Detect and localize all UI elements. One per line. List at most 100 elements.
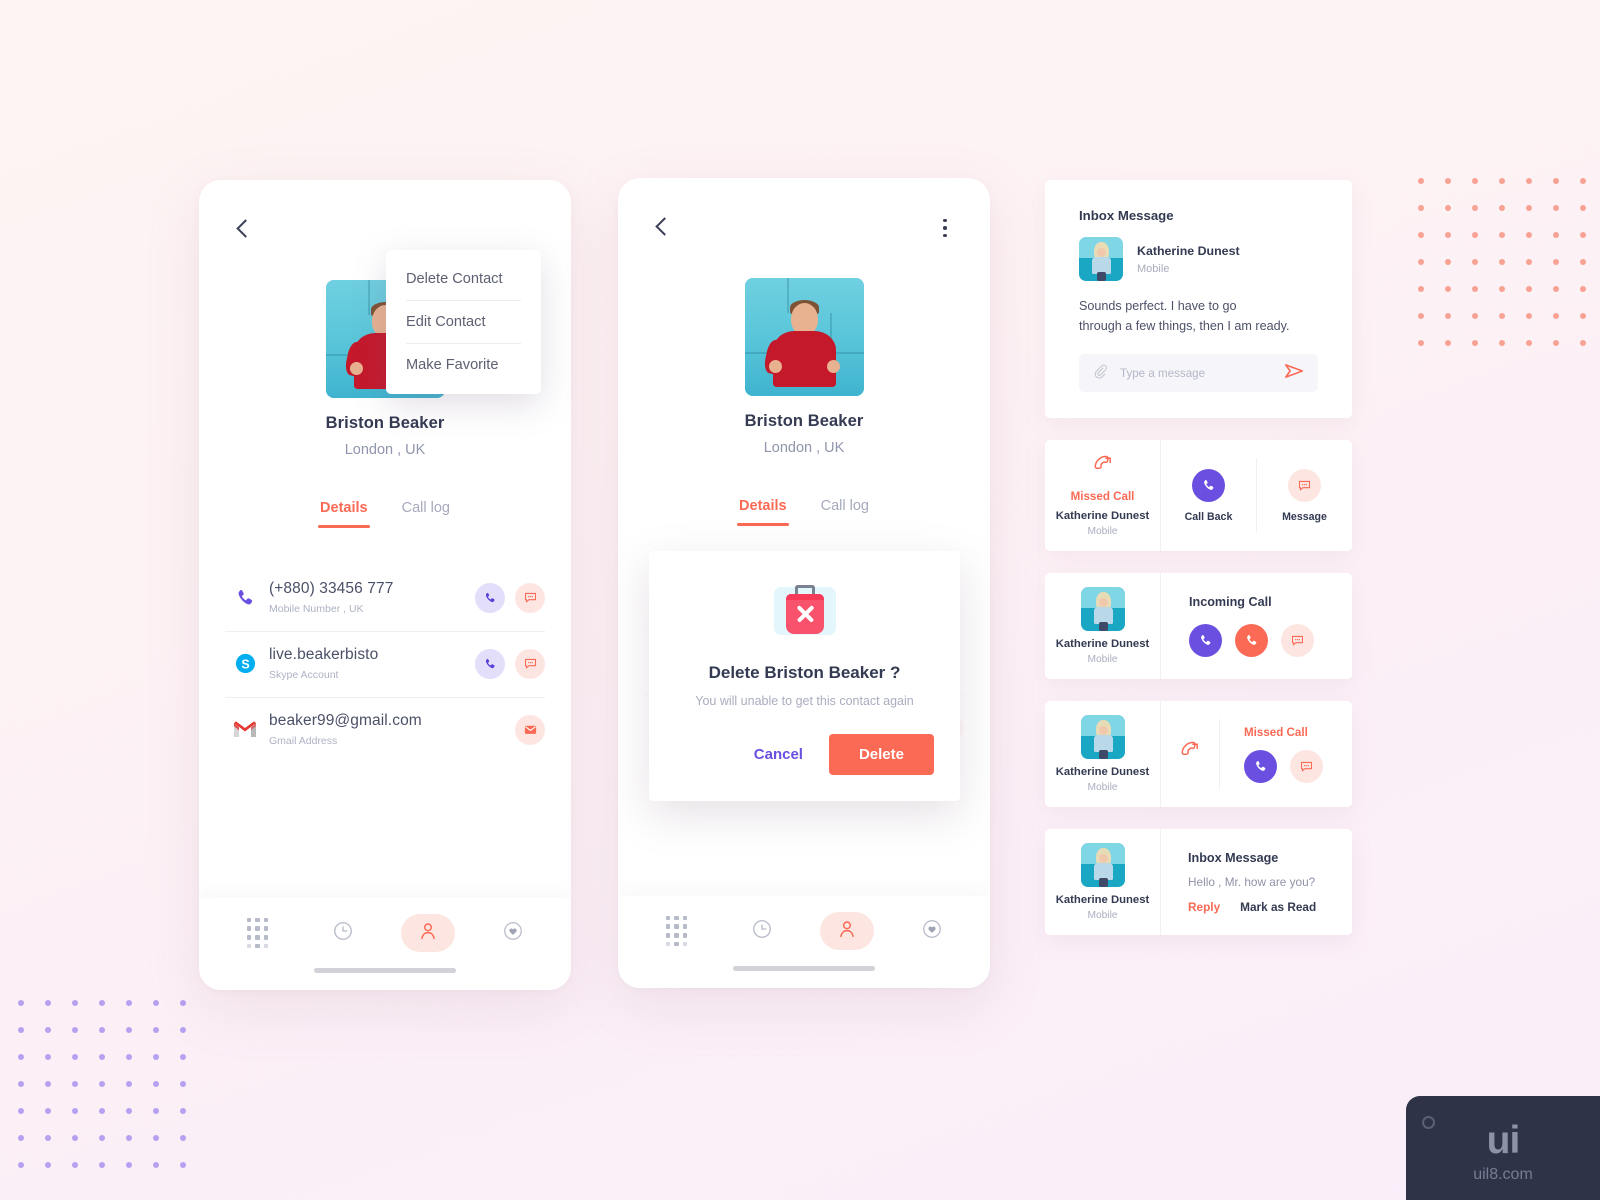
heart-icon: [502, 920, 524, 947]
delete-button[interactable]: Delete: [828, 734, 934, 775]
message-input-row[interactable]: Type a message: [1079, 354, 1318, 393]
chevron-left-icon[interactable]: [233, 219, 255, 241]
sender-subtitle: Mobile: [1137, 262, 1170, 275]
tab-call-log[interactable]: Call log: [402, 500, 450, 528]
contact-tabs: Details Call log: [199, 500, 571, 528]
watermark-url: uil8.com: [1473, 1166, 1533, 1183]
home-indicator: [314, 968, 456, 973]
status-badge: Missed Call: [1244, 725, 1308, 739]
contact-detail-rows: (+880) 33456 777 Mobile Number , UK S li…: [199, 566, 571, 763]
decline-call-icon[interactable]: [1235, 624, 1268, 658]
call-icon[interactable]: [475, 648, 505, 679]
missed-call-card: Missed Call Katherine Dunest Mobile Call…: [1045, 440, 1352, 552]
missed-call-icon: [1178, 740, 1202, 769]
call-icon[interactable]: [475, 582, 505, 613]
delete-confirm-dialog: Delete Briston Beaker ? You will unable …: [649, 551, 960, 801]
skype-icon: S: [225, 652, 265, 675]
contact-tabs: Details Call log: [618, 498, 990, 526]
menu-item-delete-contact[interactable]: Delete Contact: [386, 258, 541, 300]
tab-call-log[interactable]: Call log: [821, 498, 869, 526]
gmail-icon: [225, 720, 265, 739]
more-vertical-icon[interactable]: [934, 215, 956, 241]
row-value: (+880) 33456 777: [269, 580, 394, 597]
message-icon[interactable]: [515, 582, 545, 613]
clock-icon: [332, 920, 354, 947]
message-line-1: Sounds perfect. I have to go: [1079, 299, 1237, 313]
sidebar-item-dialpad[interactable]: [231, 914, 285, 952]
action-label: Call Back: [1184, 510, 1233, 523]
menu-item-make-favorite[interactable]: Make Favorite: [386, 344, 541, 386]
tab-details[interactable]: Details: [318, 500, 370, 528]
row-value: beaker99@gmail.com: [269, 712, 422, 729]
table-row[interactable]: beaker99@gmail.com Gmail Address: [225, 698, 545, 763]
row-subtitle: Mobile Number , UK: [269, 603, 364, 615]
dialog-subtitle: You will unable to get this contact agai…: [695, 694, 914, 708]
person-icon: [417, 920, 439, 947]
table-row[interactable]: S live.beakerbisto Skype Account: [225, 632, 545, 698]
row-value: live.beakerbisto: [269, 646, 379, 663]
mail-icon[interactable]: [515, 714, 545, 745]
sidebar-item-favorites[interactable]: [486, 914, 540, 952]
call-back-action[interactable]: Call Back: [1161, 459, 1256, 533]
dialpad-icon: [246, 917, 269, 949]
contact-name: Briston Beaker: [325, 414, 445, 432]
purple-dot-grid: [18, 1000, 207, 1189]
avatar: [1080, 587, 1125, 632]
status-badge: Missed Call: [1070, 490, 1135, 504]
caller-name: Katherine Dunest: [1055, 510, 1150, 523]
sidebar-item-recents[interactable]: [735, 912, 789, 950]
caller-subtitle: Mobile: [1087, 654, 1118, 666]
heart-icon: [921, 918, 943, 945]
reply-button[interactable]: Reply: [1188, 900, 1220, 914]
message-icon[interactable]: [515, 648, 545, 679]
chevron-left-icon[interactable]: [652, 217, 674, 239]
accept-call-icon[interactable]: [1189, 624, 1222, 658]
tab-details[interactable]: Details: [737, 498, 789, 526]
card-title: Inbox Message: [1079, 208, 1174, 223]
message-icon[interactable]: [1290, 749, 1323, 783]
coral-dot-grid: [1418, 178, 1600, 367]
person-icon: [836, 918, 858, 945]
row-subtitle: Skype Account: [269, 669, 339, 681]
sidebar-item-dialpad[interactable]: [650, 912, 704, 950]
message-icon[interactable]: [1281, 624, 1314, 658]
sender-name: Katherine Dunest: [1137, 243, 1240, 258]
message-icon[interactable]: [1288, 468, 1321, 502]
send-icon[interactable]: [1284, 362, 1305, 385]
call-back-icon[interactable]: [1244, 749, 1277, 783]
card-title: Inbox Message: [1188, 850, 1279, 865]
contact-location: London , UK: [344, 442, 426, 458]
message-action[interactable]: Message: [1257, 459, 1352, 533]
caller-subtitle: Mobile: [1087, 526, 1118, 538]
trash-x-icon: [773, 585, 836, 637]
contact-name: Briston Beaker: [744, 412, 864, 430]
message-line-2: through a few things, then I am ready.: [1079, 318, 1290, 333]
caller-name: Katherine Dunest: [1055, 638, 1150, 651]
sidebar-item-contacts[interactable]: [819, 912, 874, 950]
missed-call-avatar-card: Katherine Dunest Mobile Missed Call: [1045, 701, 1352, 808]
sidebar-item-recents[interactable]: [316, 914, 370, 952]
bottom-navigation: [618, 896, 990, 988]
sidebar-item-favorites[interactable]: [905, 912, 959, 950]
svg-text:S: S: [241, 657, 249, 671]
paperclip-icon[interactable]: [1092, 363, 1108, 384]
search-input-placeholder[interactable]: Type a message: [1120, 367, 1272, 380]
call-icon[interactable]: [1192, 468, 1225, 502]
row-subtitle: Gmail Address: [269, 735, 338, 747]
bottom-navigation: [199, 898, 571, 990]
mark-as-read-button[interactable]: Mark as Read: [1240, 900, 1316, 914]
table-row[interactable]: (+880) 33456 777 Mobile Number , UK: [225, 566, 545, 632]
screen-topbar: [618, 178, 990, 278]
inbox-message-small-card: Katherine Dunest Mobile Inbox Message He…: [1045, 829, 1352, 936]
dialpad-icon: [665, 915, 688, 947]
sidebar-item-contacts[interactable]: [400, 914, 455, 952]
card-title: Incoming Call: [1189, 595, 1272, 610]
menu-item-edit-contact[interactable]: Edit Contact: [386, 301, 541, 343]
incoming-call-card: Katherine Dunest Mobile Incoming Call: [1045, 573, 1352, 680]
cancel-button[interactable]: Cancel: [748, 738, 809, 771]
message-preview: Hello , Mr. how are you?: [1188, 874, 1316, 889]
avatar: [1080, 843, 1125, 888]
dialog-title: Delete Briston Beaker ?: [708, 663, 901, 682]
home-indicator: [733, 966, 875, 971]
sender-name: Katherine Dunest: [1055, 894, 1150, 907]
